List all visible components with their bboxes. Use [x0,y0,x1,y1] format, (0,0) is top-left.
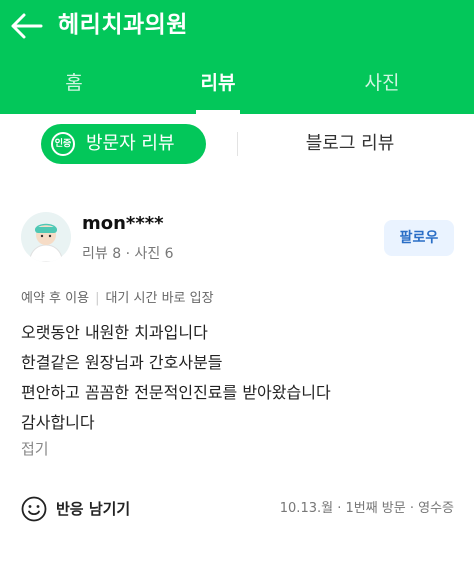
review-line: 감사합니다 [21,413,95,432]
follow-button[interactable]: 팔로우 [384,220,454,256]
tab-photo[interactable]: 사진 [322,52,442,114]
smile-icon [21,496,47,522]
tab-home[interactable]: 홈 [14,52,134,114]
review-line: 오랫동안 내원한 치과입니다 [21,323,208,342]
visit-tags: 예약 후 이용 | 대기 시간 바로 입장 [21,287,214,306]
review-text: 오랫동안 내원한 치과입니다 한결같은 원장님과 간호사분들 편안하고 꼼꼼한 … [21,318,461,438]
visitor-review-tab[interactable]: 인증 방문자 리뷰 [41,124,206,164]
reviewer-nickname[interactable]: mon**** [82,213,164,234]
verified-badge-icon: 인증 [51,132,75,156]
avatar[interactable] [21,212,71,262]
page-title: 헤리치과의원 [58,12,188,38]
tag-separator: | [95,291,100,306]
top-bar: 헤리치과의원 [0,0,474,52]
back-arrow-icon[interactable] [10,10,46,42]
review-line: 한결같은 원장님과 간호사분들 [21,353,223,372]
reaction-label: 반응 남기기 [56,500,131,518]
tab-divider [237,132,238,156]
reviewer-stats: 리뷰 8 · 사진 6 [82,246,174,262]
fold-link[interactable]: 접기 [21,438,49,459]
review-line: 편안하고 꼼꼼한 전문적인진료를 받아왔습니다 [21,383,331,402]
tab-review[interactable]: 리뷰 [158,52,278,114]
review-type-tabs: 인증 방문자 리뷰 블로그 리뷰 [0,114,474,177]
tag-wait-time: 대기 시간 바로 입장 [105,291,214,306]
main-tabs: 홈 리뷰 사진 [0,52,474,114]
tag-reservation: 예약 후 이용 [21,291,90,306]
visitor-review-label: 방문자 리뷰 [86,133,175,154]
visit-info: 10.13.월 · 1번째 방문 · 영수증 [279,501,454,516]
blog-review-tab[interactable]: 블로그 리뷰 [290,114,410,174]
